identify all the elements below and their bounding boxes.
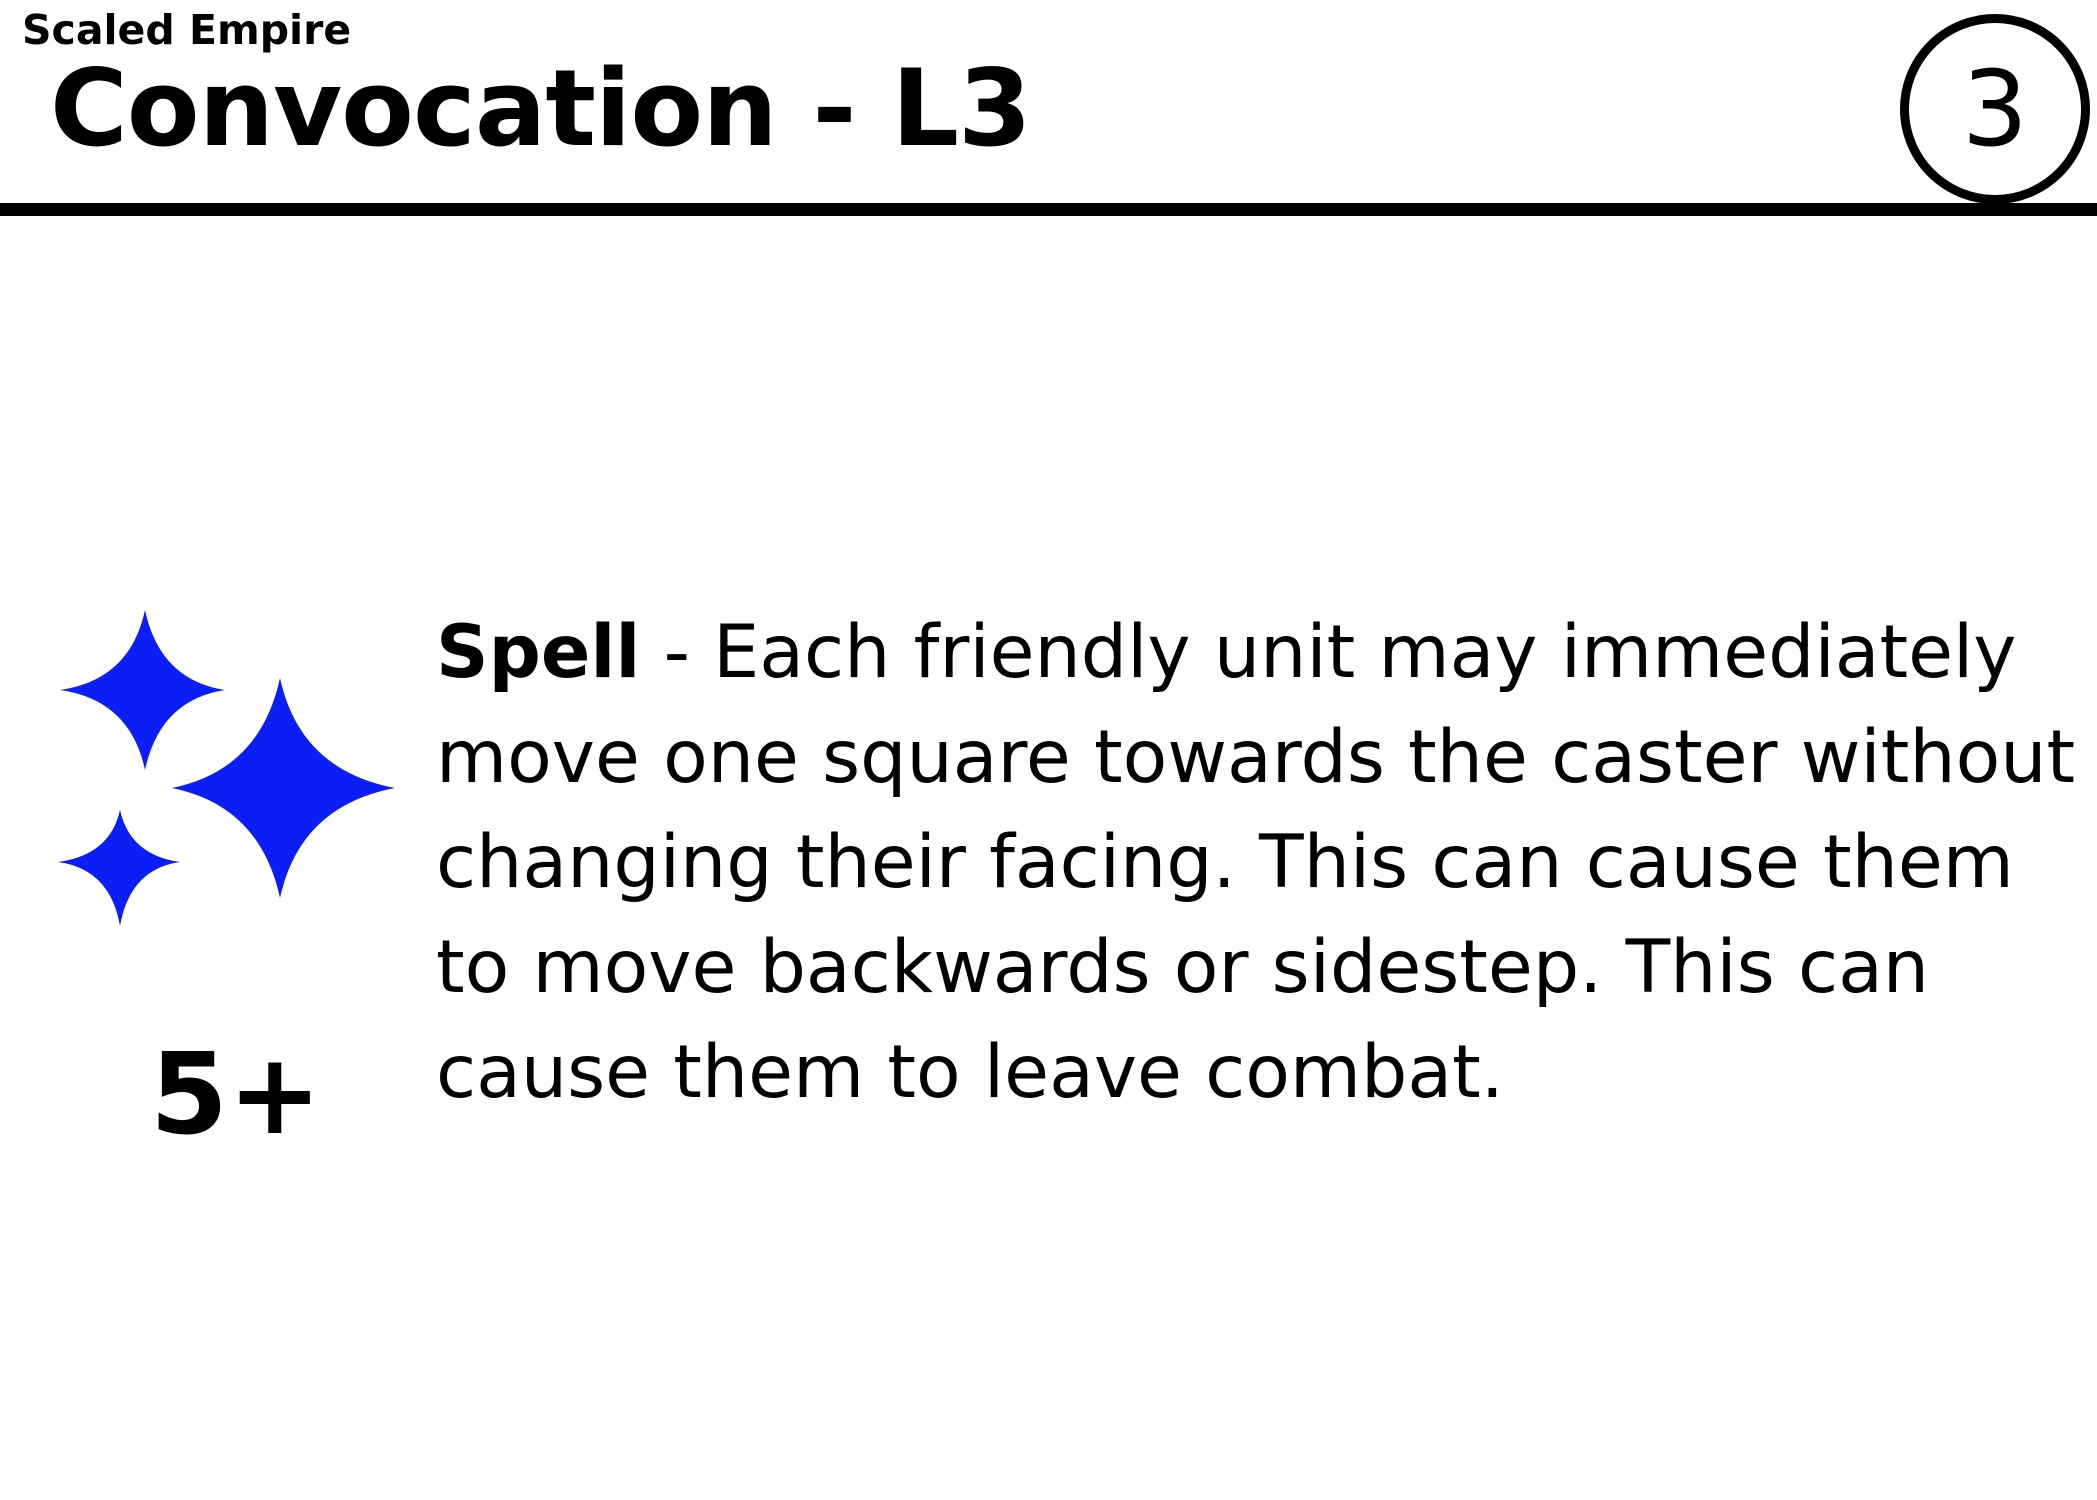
ability-separator: - (640, 610, 714, 695)
sparkles-icon (50, 600, 400, 940)
level-number: 3 (1961, 48, 2029, 170)
level-badge: 3 (1900, 14, 2090, 204)
casting-value: 5+ (150, 1030, 322, 1160)
ability-text: Spell - Each friendly unit may immediate… (436, 600, 2076, 1125)
sparkle-small-top (60, 610, 225, 770)
header-divider (0, 203, 2097, 216)
sparkle-small-bottom (58, 810, 180, 926)
ability-type: Spell (436, 610, 641, 695)
sparkle-large (172, 678, 395, 898)
card-title: Convocation - L3 (50, 47, 1032, 170)
